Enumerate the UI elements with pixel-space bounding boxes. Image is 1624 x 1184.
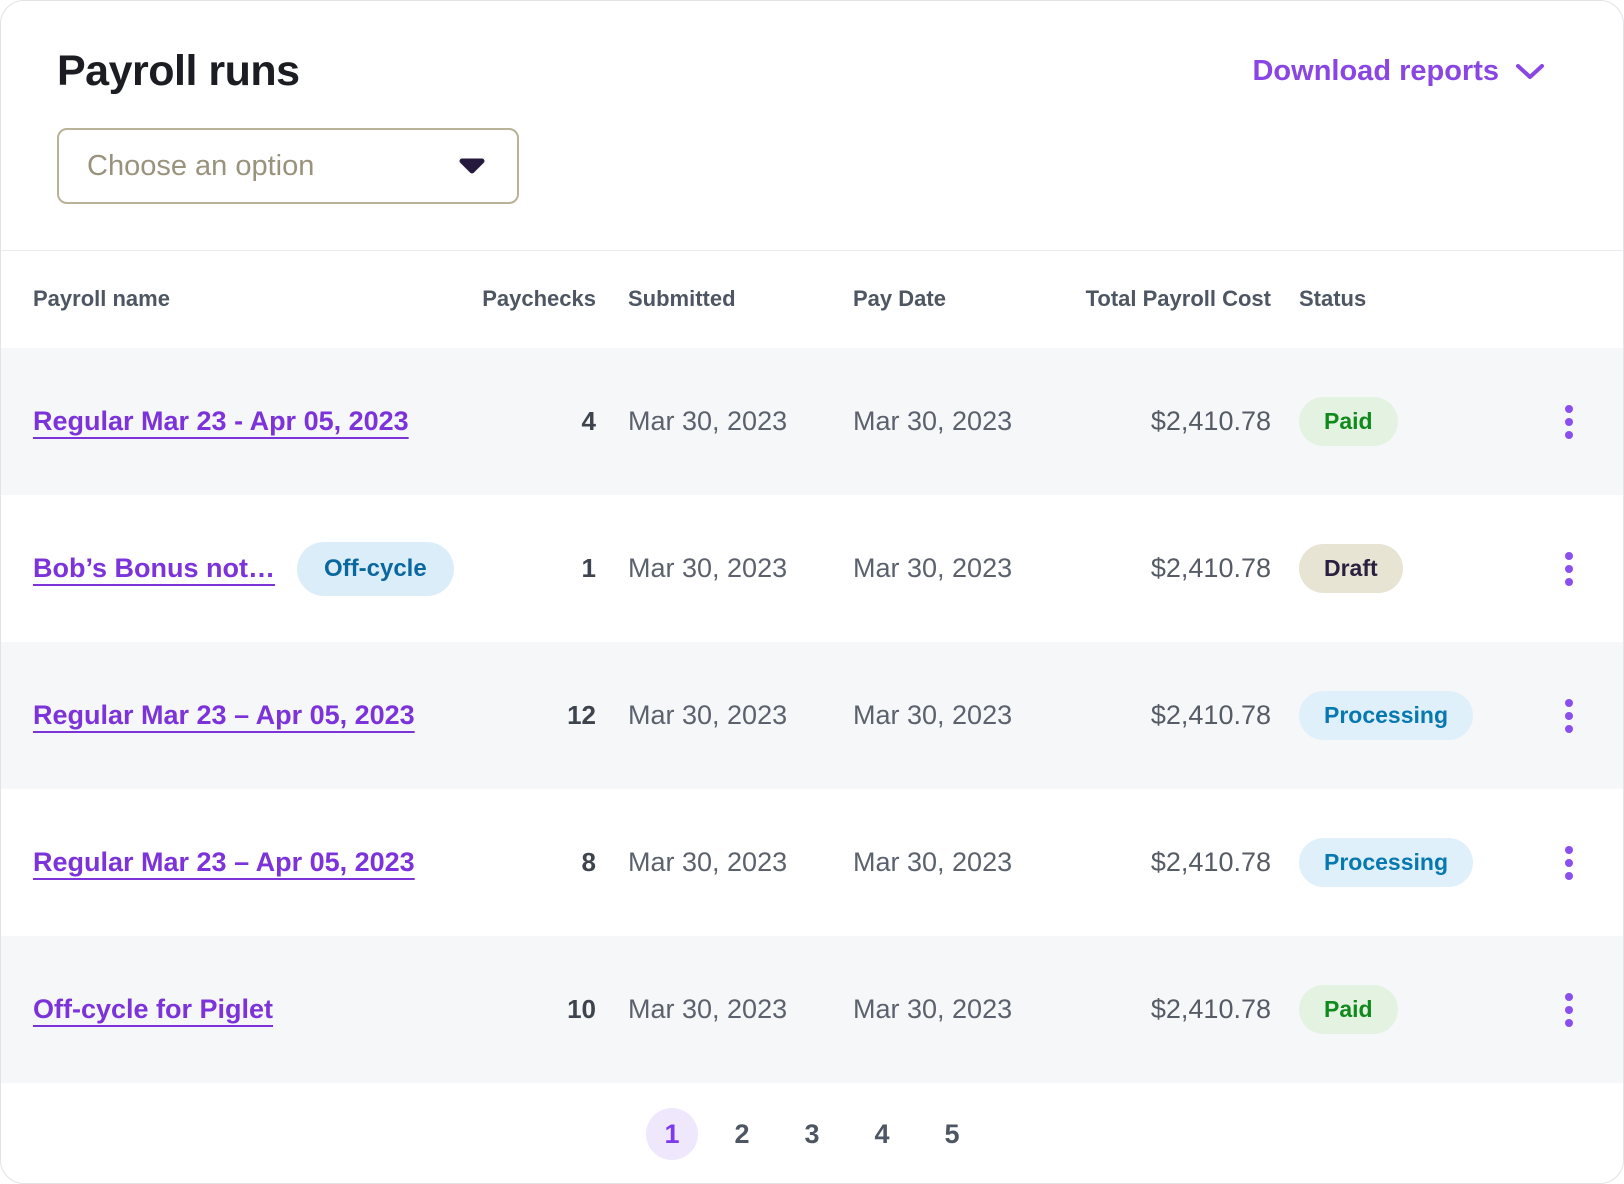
payroll-name-link[interactable]: Off-cycle for Piglet (33, 994, 273, 1025)
total-payroll-cost: $2,410.78 (1046, 994, 1271, 1025)
page-title: Payroll runs (57, 47, 300, 96)
download-reports-button[interactable]: Download reports (1252, 55, 1545, 88)
submitted-date: Mar 30, 2023 (596, 553, 821, 584)
submitted-date: Mar 30, 2023 (596, 700, 821, 731)
paychecks-count: 12 (478, 700, 596, 731)
payroll-runs-card: Payroll runs Download reports Choose an … (0, 0, 1624, 1184)
table-row: Regular Mar 23 - Apr 05, 2023 4 Mar 30, … (1, 348, 1623, 495)
pay-date: Mar 30, 2023 (821, 700, 1046, 731)
submitted-date: Mar 30, 2023 (596, 406, 821, 437)
paychecks-count: 8 (478, 847, 596, 878)
table-row: Bob’s Bonus not… Off-cycle 1 Mar 30, 202… (1, 495, 1623, 642)
off-cycle-tag: Off-cycle (297, 542, 454, 596)
column-header-pay-date: Pay Date (821, 285, 1046, 314)
pagination-page-5[interactable]: 5 (926, 1108, 978, 1160)
kebab-menu-icon[interactable] (1559, 399, 1579, 445)
download-reports-label: Download reports (1252, 55, 1499, 88)
kebab-menu-icon[interactable] (1559, 840, 1579, 886)
column-header-status: Status (1271, 285, 1506, 314)
submitted-date: Mar 30, 2023 (596, 847, 821, 878)
total-payroll-cost: $2,410.78 (1046, 406, 1271, 437)
submitted-date: Mar 30, 2023 (596, 994, 821, 1025)
column-header-total-payroll-cost: Total Payroll Cost (1046, 285, 1271, 314)
payroll-name-link[interactable]: Regular Mar 23 - Apr 05, 2023 (33, 406, 409, 437)
total-payroll-cost: $2,410.78 (1046, 553, 1271, 584)
status-badge: Draft (1299, 544, 1403, 593)
column-header-submitted: Submitted (596, 285, 821, 314)
card-header: Payroll runs Download reports Choose an … (1, 1, 1623, 251)
total-payroll-cost: $2,410.78 (1046, 700, 1271, 731)
filter-select-placeholder: Choose an option (87, 150, 314, 183)
pagination-page-1[interactable]: 1 (646, 1108, 698, 1160)
status-badge: Processing (1299, 838, 1473, 887)
total-payroll-cost: $2,410.78 (1046, 847, 1271, 878)
pay-date: Mar 30, 2023 (821, 406, 1046, 437)
status-badge: Paid (1299, 985, 1398, 1034)
status-badge: Processing (1299, 691, 1473, 740)
kebab-menu-icon[interactable] (1559, 987, 1579, 1033)
filter-select[interactable]: Choose an option (57, 128, 519, 204)
chevron-down-icon (1515, 63, 1545, 81)
pagination-page-2[interactable]: 2 (716, 1108, 768, 1160)
payroll-name-link[interactable]: Regular Mar 23 – Apr 05, 2023 (33, 700, 415, 731)
pagination: 1 2 3 4 5 (1, 1083, 1623, 1184)
pagination-page-4[interactable]: 4 (856, 1108, 908, 1160)
payroll-name-link[interactable]: Regular Mar 23 – Apr 05, 2023 (33, 847, 415, 878)
table-header-row: Payroll name Paychecks Submitted Pay Dat… (1, 251, 1623, 348)
pay-date: Mar 30, 2023 (821, 994, 1046, 1025)
table-row: Regular Mar 23 – Apr 05, 2023 12 Mar 30,… (1, 642, 1623, 789)
payroll-name-link[interactable]: Bob’s Bonus not… (33, 553, 275, 584)
pay-date: Mar 30, 2023 (821, 553, 1046, 584)
paychecks-count: 4 (478, 406, 596, 437)
table-row: Regular Mar 23 – Apr 05, 2023 8 Mar 30, … (1, 789, 1623, 936)
pay-date: Mar 30, 2023 (821, 847, 1046, 878)
kebab-menu-icon[interactable] (1559, 546, 1579, 592)
paychecks-count: 10 (478, 994, 596, 1025)
pagination-page-3[interactable]: 3 (786, 1108, 838, 1160)
caret-down-icon (457, 156, 487, 176)
column-header-paychecks: Paychecks (478, 285, 596, 314)
table-row: Off-cycle for Piglet 10 Mar 30, 2023 Mar… (1, 936, 1623, 1083)
column-header-payroll-name: Payroll name (33, 285, 478, 314)
kebab-menu-icon[interactable] (1559, 693, 1579, 739)
status-badge: Paid (1299, 397, 1398, 446)
paychecks-count: 1 (478, 553, 596, 584)
